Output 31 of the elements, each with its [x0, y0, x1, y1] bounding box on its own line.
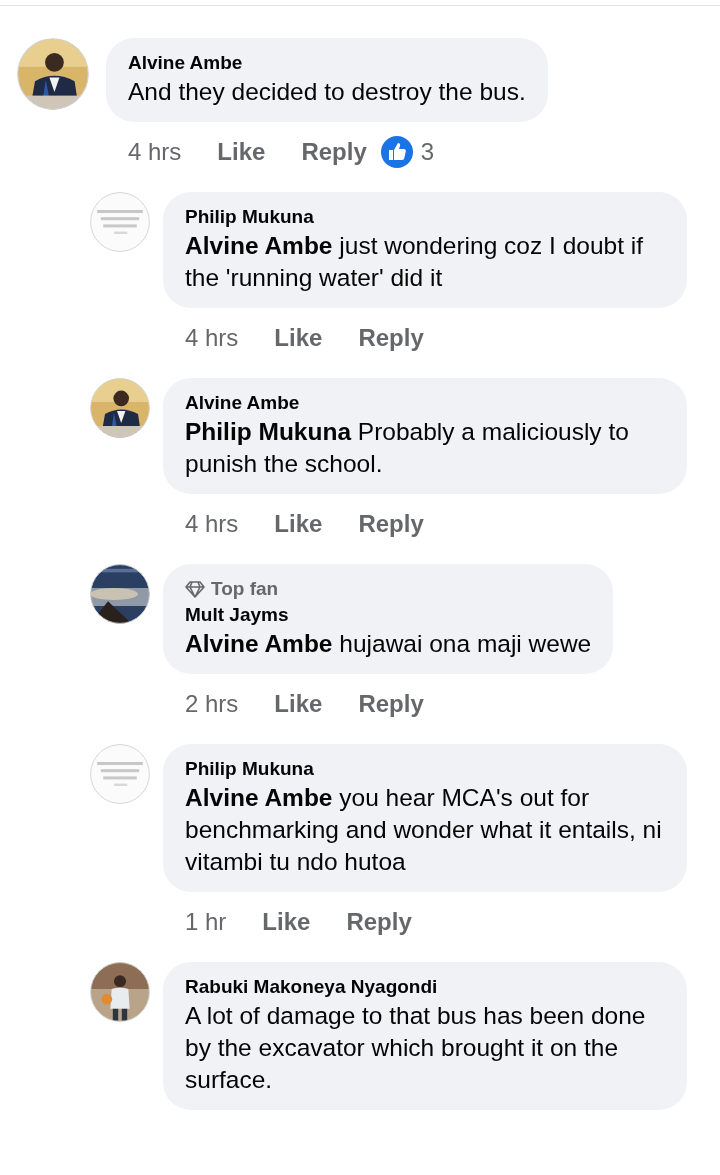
commenter-name[interactable]: Alvine Ambe	[185, 390, 665, 416]
like-reaction-icon	[380, 136, 413, 168]
reply-button[interactable]: Reply	[358, 690, 424, 718]
commenter-name[interactable]: Mult Jayms	[185, 602, 592, 628]
comment-time[interactable]: 2 hrs	[185, 690, 239, 718]
like-button[interactable]: Like	[274, 510, 323, 538]
top-fan-label: Top fan	[211, 577, 279, 601]
commenter-name[interactable]: Rabuki Makoneya Nyagondi	[185, 974, 665, 1000]
reply-button[interactable]: Reply	[358, 324, 424, 352]
commenter-name[interactable]: Philip Mukuna	[185, 204, 665, 230]
reply-button[interactable]: Reply	[346, 908, 412, 936]
like-button[interactable]: Like	[274, 324, 323, 352]
like-button[interactable]: Like	[274, 690, 323, 718]
reaction-count: 3	[420, 138, 435, 166]
comment-time[interactable]: 4 hrs	[185, 324, 239, 352]
like-button[interactable]: Like	[217, 138, 266, 166]
commenter-name[interactable]: Philip Mukuna	[185, 756, 665, 782]
comment-text: Alvine Ambe just wondering coz I doubt if the 'running water' did it	[185, 231, 644, 293]
comment-text: Alvine Ambe hujawai ona maji wewe	[185, 629, 592, 659]
like-button[interactable]: Like	[262, 908, 311, 936]
reply-button[interactable]: Reply	[358, 510, 424, 538]
comment-time[interactable]: 4 hrs	[185, 510, 239, 538]
comment-text: Philip Mukuna Probably a maliciously to punish the school.	[185, 417, 630, 479]
commenter-name[interactable]: Alvine Ambe	[128, 50, 526, 76]
reply-button[interactable]: Reply	[301, 138, 367, 166]
comment-text: Alvine Ambe you hear MCA's out for benchmarking and wonder what it entails, ni vitambi tu ndo hutoa	[185, 783, 663, 877]
comment-time[interactable]: 1 hr	[185, 908, 227, 936]
comment-text: And they decided to destroy the bus.	[128, 77, 526, 107]
comment-text: A lot of damage to that bus has been done by the excavator which brought it on the surface.	[185, 1001, 647, 1095]
comment-time[interactable]: 4 hrs	[128, 138, 182, 166]
diamond-icon	[185, 580, 205, 598]
